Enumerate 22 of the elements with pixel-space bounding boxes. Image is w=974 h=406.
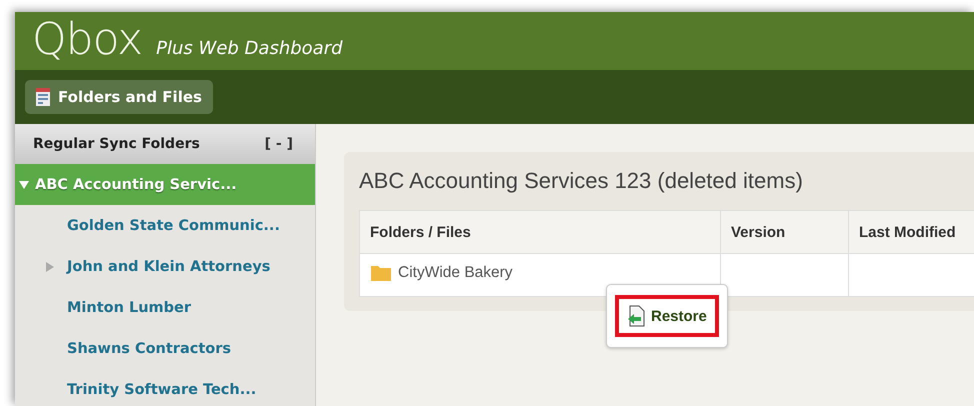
restore-menu-item[interactable]: Restore	[615, 295, 719, 337]
app-logo: Qbox	[32, 18, 142, 62]
document-icon	[36, 88, 50, 106]
folder-tree-item[interactable]: Minton Lumber	[15, 287, 315, 328]
caret-down-icon[interactable]	[19, 180, 29, 190]
folder-tree-item[interactable]: ABC Accounting Servic...	[15, 164, 315, 205]
file-name[interactable]: CityWide Bakery	[398, 264, 513, 282]
folders-files-button[interactable]: Folders and Files	[25, 80, 213, 114]
folder-tree-item[interactable]: Shawns Contractors	[15, 328, 315, 369]
folder-tree-item[interactable]: Golden State Communic...	[15, 205, 315, 246]
folder-tree-item[interactable]: Trinity Software Tech...	[15, 369, 315, 406]
sidebar-title: Regular Sync Folders	[33, 136, 200, 152]
folder-tree-item[interactable]: John and Klein Attorneys	[15, 246, 315, 287]
caret-right-icon[interactable]	[45, 262, 55, 272]
collapse-toggle[interactable]: [ - ]	[264, 136, 293, 152]
column-header: Last Modified	[848, 210, 974, 254]
folder-icon	[370, 264, 392, 282]
column-header: Version	[720, 210, 848, 254]
app-subtitle: Plus Web Dashboard	[156, 38, 343, 59]
column-header: Folders / Files	[360, 210, 720, 254]
panel-title: ABC Accounting Services 123 (deleted items)	[359, 168, 804, 194]
file-arrow-icon	[627, 305, 647, 327]
